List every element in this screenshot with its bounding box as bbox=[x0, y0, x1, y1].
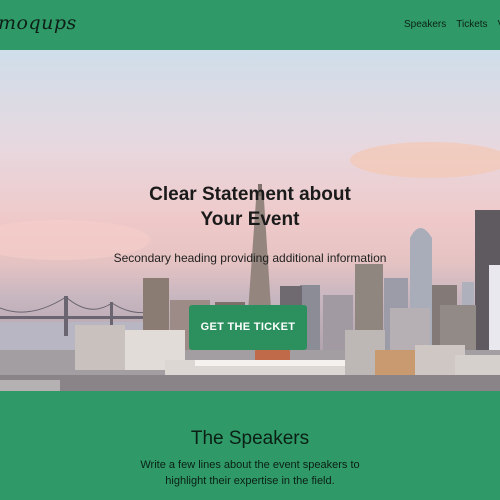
hero-title-line-2: Your Event bbox=[200, 209, 300, 230]
speakers-heading: The Speakers bbox=[190, 428, 310, 449]
nav-item-tickets[interactable]: Tickets bbox=[456, 19, 487, 30]
top-nav-bar: moqups Speakers Tickets Ve bbox=[0, 0, 500, 50]
get-ticket-button[interactable]: GET THE TICKET bbox=[189, 305, 307, 350]
hero-title-line-1: Clear Statement about bbox=[149, 184, 351, 205]
hero-title: Clear Statement about Your Event bbox=[0, 182, 500, 232]
site-logo[interactable]: moqups bbox=[0, 12, 77, 34]
nav-item-speakers[interactable]: Speakers bbox=[404, 19, 446, 30]
main-nav: Speakers Tickets Ve bbox=[404, 19, 500, 30]
speakers-description: Write a few lines about the event speake… bbox=[140, 459, 360, 487]
speakers-section: The Speakers Write a few lines about the… bbox=[0, 391, 500, 500]
hero-section: Clear Statement about Your Event Seconda… bbox=[0, 50, 500, 391]
hero-subtitle: Secondary heading providing additional i… bbox=[113, 251, 387, 265]
